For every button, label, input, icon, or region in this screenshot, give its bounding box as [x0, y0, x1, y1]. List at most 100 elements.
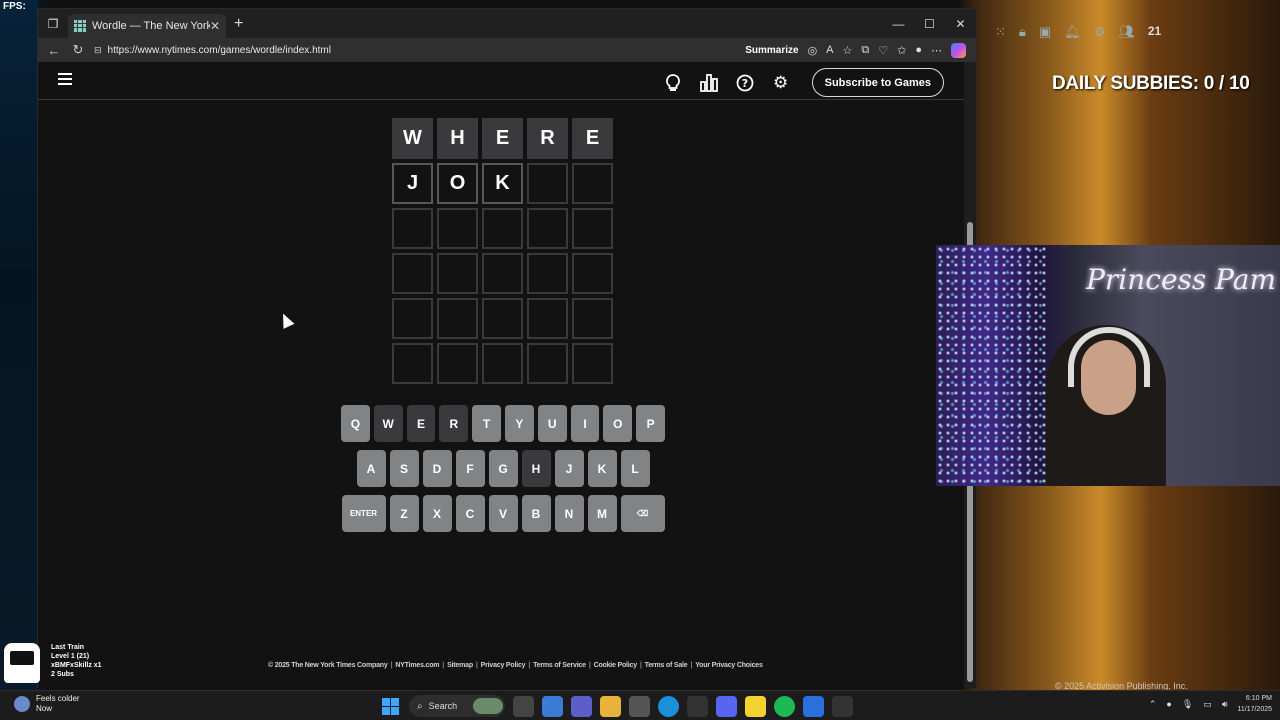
key-p[interactable]: P: [636, 405, 665, 442]
copilot-icon[interactable]: [951, 42, 966, 58]
menu-icon[interactable]: [58, 73, 72, 85]
key-n[interactable]: N: [554, 495, 584, 532]
summarize-button[interactable]: Summarize: [745, 45, 798, 56]
refresh-icon[interactable]: ↻: [66, 42, 90, 58]
footer-link[interactable]: Sitemap: [447, 662, 473, 669]
profile-icon[interactable]: ●: [915, 44, 922, 56]
key-j[interactable]: J: [554, 450, 584, 487]
key-f[interactable]: F: [455, 450, 485, 487]
tray-app-icon[interactable]: ●: [1166, 699, 1171, 709]
sticky-notes-icon[interactable]: [745, 695, 766, 717]
favorite-star-icon[interactable]: ☆: [843, 44, 853, 57]
settings-gear-icon[interactable]: ⚙: [770, 72, 792, 94]
statistics-icon[interactable]: [698, 72, 720, 94]
app-blue-icon[interactable]: [803, 695, 824, 717]
clock[interactable]: 6:10 PM 11/17/2025: [1237, 693, 1272, 715]
favorites-icon[interactable]: ✩: [897, 44, 906, 57]
key-z[interactable]: Z: [389, 495, 419, 532]
reader-icon[interactable]: ◎: [808, 44, 818, 57]
board-tile: H: [437, 118, 478, 159]
train-line-2: Level 1 (21): [51, 653, 90, 660]
copilot-app-icon[interactable]: [542, 695, 563, 717]
tray-overflow-icon[interactable]: ⌃: [1149, 699, 1157, 710]
maximize-icon[interactable]: ☐: [914, 9, 945, 38]
tab-actions-icon[interactable]: ❐: [42, 13, 64, 35]
key-d[interactable]: D: [422, 450, 452, 487]
key-i[interactable]: I: [570, 405, 600, 442]
obs-icon[interactable]: [687, 695, 708, 717]
footer-link[interactable]: Your Privacy Choices: [695, 662, 763, 669]
edge-icon[interactable]: [658, 695, 679, 717]
key-b[interactable]: B: [521, 495, 551, 532]
key-c[interactable]: C: [455, 495, 485, 532]
webcam-feed: Princess Pam: [936, 245, 1280, 486]
key-v[interactable]: V: [488, 495, 518, 532]
key-e[interactable]: E: [406, 405, 436, 442]
key-u[interactable]: U: [537, 405, 567, 442]
start-button[interactable]: [380, 696, 401, 717]
on-screen-keyboard: Q W E R T Y U I O P A S D F G H J K L ENTER Z X C V B N M ⌫: [341, 405, 665, 540]
train-widget-text: Last Train Level 1 (21) xBMFxSkillz x1 2…: [51, 643, 102, 683]
browser-essentials-icon[interactable]: ♡: [878, 44, 888, 57]
address-bar-actions: Summarize ◎ A ☆ ⧉ ♡ ✩ ● ⋯: [745, 42, 972, 58]
extensions-icon[interactable]: ⧉: [861, 44, 869, 57]
weather-title: Feels colder: [36, 694, 80, 703]
key-o[interactable]: O: [603, 405, 633, 442]
key-s[interactable]: S: [389, 450, 419, 487]
site-info-icon[interactable]: ⊟: [94, 45, 102, 56]
footer-link[interactable]: Terms of Service: [533, 662, 586, 669]
tab-wordle[interactable]: Wordle — The New York Times ✕: [68, 13, 226, 38]
search-icon: ⌕: [417, 700, 423, 712]
store-icon[interactable]: [629, 695, 650, 717]
board-tile: E: [572, 118, 613, 159]
key-y[interactable]: Y: [505, 405, 534, 442]
footer-link[interactable]: NYTimes.com: [395, 662, 439, 669]
more-menu-icon[interactable]: ⋯: [931, 44, 942, 57]
key-l[interactable]: L: [620, 450, 650, 487]
footer-link[interactable]: Cookie Policy: [594, 662, 638, 669]
game-app-icon[interactable]: [832, 695, 853, 717]
minimize-icon[interactable]: —: [883, 9, 914, 38]
key-h[interactable]: H: [521, 450, 551, 487]
close-window-icon[interactable]: ✕: [945, 9, 976, 38]
board-tile: [572, 208, 613, 249]
backspace-key[interactable]: ⌫: [620, 495, 665, 532]
board-tile: E: [482, 118, 523, 159]
footer-separator: |: [442, 662, 445, 669]
file-explorer-icon[interactable]: [600, 695, 621, 717]
subscribe-button[interactable]: Subscribe to Games: [811, 68, 944, 97]
key-k[interactable]: K: [587, 450, 617, 487]
key-t[interactable]: T: [472, 405, 501, 442]
discord-icon[interactable]: [716, 695, 737, 717]
display-icon[interactable]: ▭: [1203, 699, 1212, 710]
key-w[interactable]: W: [373, 405, 403, 442]
spotify-icon[interactable]: [774, 695, 795, 717]
key-r[interactable]: R: [439, 405, 469, 442]
teams-icon[interactable]: [571, 695, 592, 717]
new-tab-icon[interactable]: +: [234, 15, 243, 33]
volume-icon[interactable]: 🔊︎: [1222, 699, 1228, 710]
board-tile: [482, 298, 523, 339]
board-tile: [392, 298, 433, 339]
footer-link[interactable]: Privacy Policy: [481, 662, 526, 669]
taskbar-search[interactable]: ⌕ Search: [409, 695, 505, 717]
close-tab-icon[interactable]: ✕: [210, 19, 220, 33]
key-x[interactable]: X: [422, 495, 452, 532]
system-tray: ⌃ ● 🎙︎ ▭ 🔊︎ 6:10 PM 11/17/2025: [1149, 693, 1272, 715]
help-icon[interactable]: ?: [734, 72, 756, 94]
clock-time: 6:10 PM: [1245, 695, 1272, 702]
weather-widget[interactable]: Feels colder Now: [14, 694, 80, 714]
read-aloud-icon[interactable]: A: [826, 44, 833, 56]
key-q[interactable]: Q: [341, 405, 370, 442]
microphone-icon[interactable]: 🎙︎: [1182, 699, 1193, 710]
key-a[interactable]: A: [356, 450, 386, 487]
key-m[interactable]: M: [587, 495, 617, 532]
back-icon[interactable]: ←: [42, 43, 66, 58]
hint-bulb-icon[interactable]: [662, 72, 684, 94]
url-field[interactable]: ⊟ https://www.nytimes.com/games/wordle/i…: [94, 45, 745, 56]
stream-left-panel: [0, 0, 38, 690]
footer-link[interactable]: Terms of Sale: [645, 662, 688, 669]
key-g[interactable]: G: [488, 450, 518, 487]
task-view-icon[interactable]: [513, 695, 534, 717]
enter-key[interactable]: ENTER: [341, 495, 386, 532]
